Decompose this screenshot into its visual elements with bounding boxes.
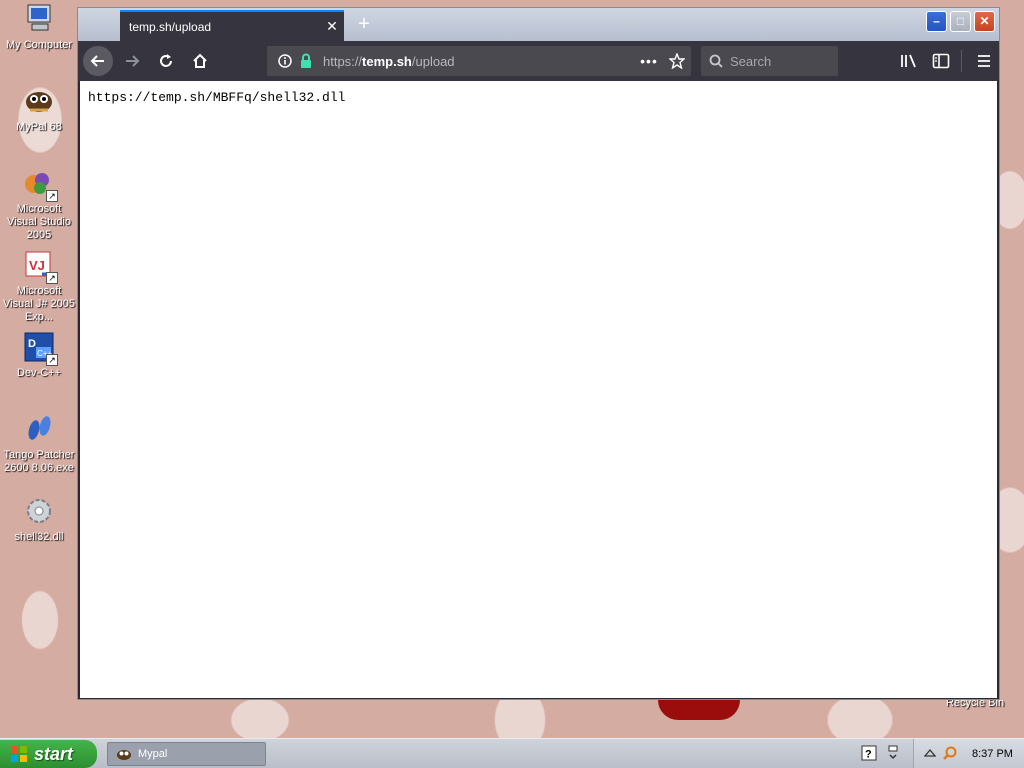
sidebar-icon [932, 53, 950, 69]
display-settings-icon[interactable] [884, 744, 902, 762]
taskbar-item-mypal[interactable]: Mypal [107, 742, 266, 766]
svg-text:D: D [28, 338, 36, 350]
back-arrow-icon [90, 55, 104, 67]
home-button[interactable] [185, 46, 215, 76]
desktop-icon-devcpp[interactable]: D C++ ↗ Dev-C++ [0, 330, 78, 380]
page-text: https://temp.sh/MBFFq/shell32.dll [88, 90, 346, 105]
tab-active[interactable]: temp.sh/upload ✕ [120, 10, 344, 41]
search-input[interactable] [730, 53, 830, 69]
shortcut-arrow-icon: ↗ [46, 354, 58, 366]
clock[interactable]: 8:37 PM [972, 748, 1013, 760]
computer-icon [22, 2, 56, 36]
help-icon[interactable]: ? [860, 744, 878, 762]
desktop-icon-mypal[interactable]: MyPal 68 [0, 84, 78, 134]
maximize-button[interactable]: □ [950, 11, 971, 32]
mypal-icon [117, 750, 131, 760]
shortcut-arrow-icon: ↗ [46, 272, 58, 284]
desktop-icon-label: Tango Patcher 2600 8.06.exe [3, 449, 75, 474]
toolbar-separator [961, 50, 962, 72]
show-hidden-icons-icon[interactable] [923, 748, 937, 761]
close-window-button[interactable]: ✕ [974, 11, 995, 32]
tab-title: temp.sh/upload [129, 19, 212, 34]
desktop-icon-tango-patcher[interactable]: Tango Patcher 2600 8.06.exe [0, 412, 78, 475]
svg-text:?: ? [865, 749, 872, 761]
system-tray: 8:37 PM [913, 739, 1024, 768]
gear-icon [22, 494, 56, 528]
sidebar-toggle-button[interactable] [926, 46, 956, 76]
desktop-icon-label: shell32.dll [14, 531, 64, 543]
desktop-icon-label: Microsoft Visual Studio 2005 [6, 203, 71, 241]
desktop-icon-visual-jsharp[interactable]: VJ ↗ Microsoft Visual J# 2005 Exp... [0, 248, 78, 324]
new-tab-plus-icon[interactable]: + [352, 13, 376, 37]
search-box[interactable] [701, 46, 838, 76]
close-tab-icon[interactable]: ✕ [320, 18, 344, 35]
url-bar[interactable]: https://temp.sh/upload ••• [267, 46, 691, 76]
forward-button[interactable] [117, 46, 147, 76]
hamburger-menu-icon [978, 55, 990, 67]
mypal-icon [22, 84, 56, 118]
taskbar: start Mypal ? 8:37 PM [0, 738, 1024, 768]
search-icon [709, 54, 723, 68]
desktop-icon-label: Dev-C++ [16, 367, 62, 379]
devcpp-icon: D C++ ↗ [22, 330, 58, 366]
visual-jsharp-icon: VJ ↗ [22, 248, 58, 284]
desktop-icon-label: Microsoft Visual J# 2005 Exp... [3, 285, 75, 323]
search-tray-icon[interactable] [942, 745, 958, 764]
browser-window: temp.sh/upload ✕ + – □ ✕ https://temp.sh… [77, 7, 1000, 700]
library-icon [901, 54, 916, 68]
footprints-icon [22, 412, 56, 446]
home-icon [193, 53, 207, 68]
page-actions-more-icon[interactable]: ••• [635, 53, 663, 69]
desktop-icon-label: MyPal 68 [16, 121, 62, 133]
info-icon[interactable] [275, 54, 295, 68]
back-button[interactable] [83, 46, 113, 76]
page-content: https://temp.sh/MBFFq/shell32.dll [80, 81, 997, 698]
reload-button[interactable] [151, 46, 181, 76]
menu-button[interactable] [969, 46, 999, 76]
reload-icon [160, 54, 172, 67]
desktop-icon-my-computer[interactable]: My Computer [0, 2, 78, 52]
wallpaper-red-shape [658, 700, 740, 720]
forward-arrow-icon [126, 55, 140, 67]
bookmark-star-icon[interactable] [663, 53, 691, 69]
svg-text:VJ: VJ [29, 258, 45, 273]
minimize-button[interactable]: – [926, 11, 947, 32]
url-text[interactable]: https://temp.sh/upload [323, 54, 635, 69]
start-label: start [34, 743, 74, 764]
desktop-icon-visual-studio[interactable]: ↗ Microsoft Visual Studio 2005 [0, 166, 78, 242]
shortcut-arrow-icon: ↗ [46, 190, 58, 202]
taskbar-item-label: Mypal [138, 748, 168, 760]
lock-icon[interactable] [297, 53, 315, 69]
navigation-toolbar: https://temp.sh/upload ••• [78, 41, 999, 81]
windows-flag-icon [11, 746, 27, 762]
desktop-icon-shell32[interactable]: shell32.dll [0, 494, 78, 544]
library-button[interactable] [894, 46, 924, 76]
desktop-icon-label: My Computer [5, 39, 73, 51]
visual-studio-icon: ↗ [22, 166, 58, 202]
start-button[interactable]: start [0, 740, 97, 768]
title-bar[interactable]: temp.sh/upload ✕ + – □ ✕ [78, 8, 999, 41]
